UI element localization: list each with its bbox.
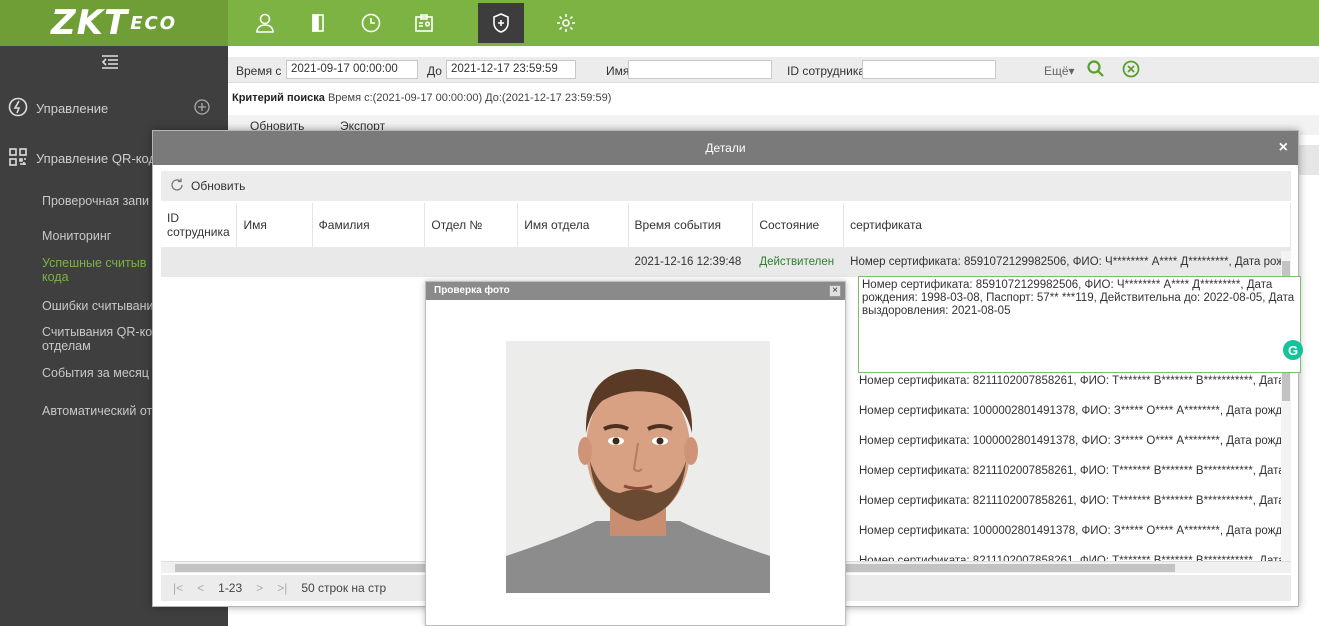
sidebar-item-management[interactable]: Управление xyxy=(0,88,228,128)
list-item[interactable]: Номер сертификата: 1000002801491378, ФИО… xyxy=(859,516,1289,546)
list-item[interactable]: Номер сертификата: 8211102007858261, ФИО… xyxy=(859,486,1289,516)
col-dept-no[interactable]: Отдел № xyxy=(424,203,519,247)
time-from-label: Время с xyxy=(236,64,282,78)
dialog-refresh-button[interactable]: Обновить xyxy=(191,179,245,193)
cell-certificate: Номер сертификата: 8591072129982506, ФИО… xyxy=(843,247,1291,277)
page-range: 1-23 xyxy=(218,581,243,595)
col-dept-name[interactable]: Имя отдела xyxy=(517,203,629,247)
collapse-menu-icon[interactable] xyxy=(100,54,130,72)
sidebar-sub-verification[interactable]: Проверочная запи xyxy=(42,194,149,208)
search-criteria: Критерий поиска Время с:(2021-09-17 00:0… xyxy=(232,92,611,104)
name-input[interactable] xyxy=(628,60,772,79)
cell-dept-name xyxy=(517,247,629,277)
sidebar-sub-reads-by-dept[interactable]: Считывания QR-ко отделам xyxy=(42,325,152,353)
photo-check-popup: Проверка фото × xyxy=(425,281,846,626)
certificate-detail-textarea[interactable]: Номер сертификата: 8591072129982506, ФИО… xyxy=(858,276,1301,373)
logo-suffix: ECO xyxy=(130,12,177,34)
employee-id-input[interactable] xyxy=(862,60,996,79)
bolt-circle-icon xyxy=(8,97,28,120)
dialog-toolbar: Обновить xyxy=(161,171,1291,201)
gear-icon[interactable] xyxy=(548,8,584,38)
clear-filter-icon[interactable] xyxy=(1122,60,1140,81)
certificate-list: Номер сертификата: 8211102007858261, ФИО… xyxy=(859,366,1289,576)
more-filters-button[interactable]: Ещё▾ xyxy=(1044,64,1075,78)
sidebar-sub-read-errors[interactable]: Ошибки считывани xyxy=(42,299,153,313)
photo-popup-close-button[interactable]: × xyxy=(829,285,841,297)
cell-last-name xyxy=(312,247,426,277)
table-row[interactable]: 2021-12-16 12:39:48 Действителен Номер с… xyxy=(161,247,1291,277)
cell-event-time: 2021-12-16 12:39:48 xyxy=(628,247,754,277)
person-photo xyxy=(506,341,770,593)
badge-icon[interactable] xyxy=(406,8,442,38)
name-label: Имя xyxy=(606,64,630,78)
sidebar-item-label: Управление xyxy=(36,100,109,116)
sidebar-sub-monthly-events[interactable]: События за месяц xyxy=(42,366,149,380)
sidebar-sub-successful-reads[interactable]: Успешные считыв кода xyxy=(42,256,146,284)
brand-logo: ZKT ECO xyxy=(0,0,228,46)
refresh-icon[interactable] xyxy=(169,177,185,196)
cell-dept-no xyxy=(424,247,519,277)
sidebar-sub-auto-report[interactable]: Автоматический от xyxy=(42,404,152,418)
time-from-input[interactable]: 2021-09-17 00:00:00 xyxy=(286,60,418,79)
time-to-input[interactable]: 2021-12-17 23:59:59 xyxy=(446,60,576,79)
search-icon[interactable] xyxy=(1086,59,1106,82)
list-item[interactable]: Номер сертификата: 1000002801491378, ФИО… xyxy=(859,396,1289,426)
time-to-label: До xyxy=(427,64,442,78)
rows-per-page-select[interactable]: 50 строк на стр xyxy=(301,581,386,595)
last-page-button[interactable]: >| xyxy=(277,581,287,595)
grammarly-icon[interactable]: G xyxy=(1283,340,1303,360)
table-header-row: ID сотрудника Имя Фамилия Отдел № Имя от… xyxy=(161,203,1291,247)
details-table: ID сотрудника Имя Фамилия Отдел № Имя от… xyxy=(161,203,1291,277)
sidebar-sub-monitoring[interactable]: Мониторинг xyxy=(42,229,111,243)
col-employee-id[interactable]: ID сотрудника xyxy=(161,203,238,247)
criteria-text: Время с:(2021-09-17 00:00:00) До:(2021-1… xyxy=(327,92,612,104)
col-first-name[interactable]: Имя xyxy=(236,203,313,247)
plus-circle-icon[interactable] xyxy=(194,98,210,118)
prev-page-button[interactable]: < xyxy=(197,581,204,595)
sidebar-item-label: Управление QR-код xyxy=(36,150,157,166)
clock-icon[interactable] xyxy=(353,8,389,38)
list-item[interactable]: Номер сертификата: 8211102007858261, ФИО… xyxy=(859,456,1289,486)
qr-code-icon xyxy=(8,147,28,170)
cell-employee-id xyxy=(161,247,238,277)
dialog-title-bar: Детали xyxy=(153,131,1298,165)
employee-id-label: ID сотрудника xyxy=(787,64,866,78)
col-last-name[interactable]: Фамилия xyxy=(312,203,426,247)
user-icon[interactable] xyxy=(247,8,283,38)
photo-popup-title: Проверка фото xyxy=(426,282,845,300)
col-status[interactable]: Состояние xyxy=(752,203,845,247)
next-page-button[interactable]: > xyxy=(256,581,263,595)
shield-plus-icon[interactable] xyxy=(478,3,524,43)
list-item[interactable]: Номер сертификата: 1000002801491378, ФИО… xyxy=(859,426,1289,456)
first-page-button[interactable]: |< xyxy=(173,581,183,595)
dialog-close-button[interactable]: × xyxy=(1279,139,1288,157)
col-certificate[interactable]: сертификата xyxy=(843,203,1291,247)
cell-first-name xyxy=(236,247,313,277)
col-event-time[interactable]: Время события xyxy=(628,203,754,247)
dialog-title: Детали xyxy=(705,141,746,155)
criteria-label: Критерий поиска xyxy=(232,92,325,104)
cell-status: Действителен xyxy=(752,247,845,277)
logo-text: ZKT xyxy=(50,3,129,43)
door-icon[interactable] xyxy=(300,8,336,38)
